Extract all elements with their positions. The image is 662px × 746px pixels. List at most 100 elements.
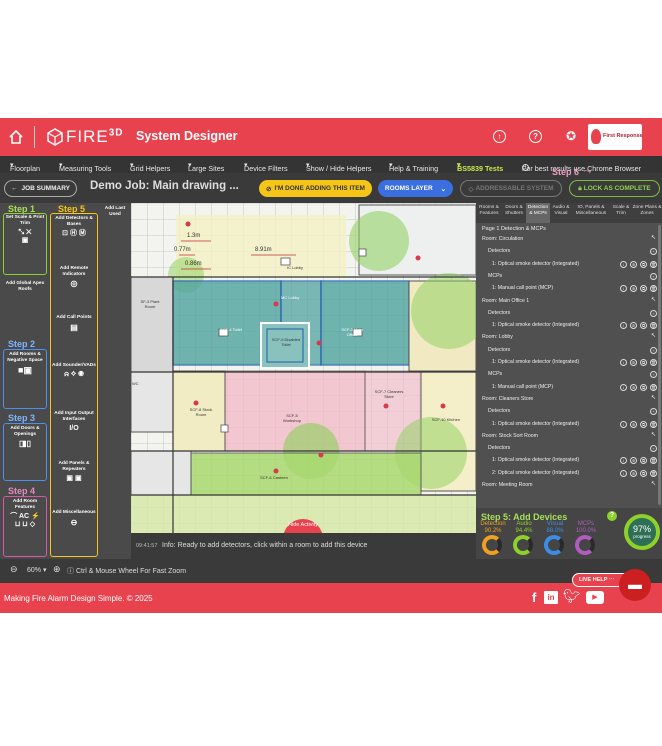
io-tool[interactable]: Add Input Output Interfaces I/O — [51, 411, 97, 433]
room-row[interactable]: Room: Circulation ↖ — [480, 235, 660, 245]
floorplan-canvas[interactable]: 1.3m 0.77m 8.91m 0.86m SF-3 Plant Room M… — [131, 203, 476, 533]
add-last-used-tool[interactable]: Add Last Used — [100, 206, 130, 218]
info-icon[interactable]: i — [620, 359, 627, 366]
category-row[interactable]: Detectors + — [480, 309, 660, 319]
delete-icon[interactable]: 🗑︎ — [650, 322, 657, 330]
tab-audio-visual[interactable]: Audio & Visual — [550, 203, 572, 223]
tab-doors-shutters[interactable]: Doors & Shutters — [502, 203, 526, 223]
done-adding-button[interactable]: ⊘ I'M DONE ADDING THIS ITEM — [259, 180, 372, 197]
category-row[interactable]: Detectors + — [480, 346, 660, 356]
copy-icon[interactable]: ⧉ — [640, 469, 647, 477]
add-icon[interactable]: + — [650, 346, 657, 354]
add-icon[interactable]: + — [650, 371, 657, 379]
device-row[interactable]: 2: Optical smoke detector (Integrated) i ✲… — [480, 469, 660, 479]
add-icon[interactable]: + — [650, 445, 657, 453]
job-summary-button[interactable]: ← JOB SUMMARY — [4, 180, 77, 197]
settings-icon[interactable]: ✲ — [630, 359, 637, 366]
copy-icon[interactable]: ⧉ — [640, 260, 647, 268]
badge-icon[interactable]: ✪ — [564, 129, 578, 143]
settings-icon[interactable]: ✲ — [630, 260, 637, 268]
room-row[interactable]: Room: Cleaners Store ↖ — [480, 395, 660, 405]
doors-tool[interactable]: Add Doors & Openings ◨▯ — [4, 426, 46, 448]
info-icon[interactable]: i — [620, 383, 627, 391]
add-icon[interactable]: + — [650, 408, 657, 416]
room-row[interactable]: Room: Lobby ↖ — [480, 333, 660, 343]
category-row[interactable]: MCPs + — [480, 272, 660, 282]
settings-icon[interactable]: ✲ — [630, 322, 637, 330]
category-row[interactable]: Detectors + — [480, 247, 660, 257]
settings-icon[interactable]: ✲ — [630, 457, 637, 465]
tab-scale-trim[interactable]: Scale & Trim — [610, 203, 632, 223]
tab-rooms-features[interactable]: Rooms & Features — [476, 203, 502, 223]
delete-icon[interactable]: 🗑︎ — [650, 457, 657, 465]
misc-tool[interactable]: Add Miscellaneous ⊖ — [51, 510, 97, 527]
panels-tool[interactable]: Add Panels & Repeaters ▣ ▣ — [51, 461, 97, 483]
room-features-tool[interactable]: Add Room Features ⌒ AC ⚡ ⊔ ⊔ ◇ — [4, 499, 46, 529]
tab-detection-mcps[interactable]: Detection & MCPs — [526, 203, 550, 223]
settings-icon[interactable]: ✲ — [630, 469, 637, 477]
addressable-system-button[interactable]: ◇ ADDRESSABLE SYSTEM — [460, 180, 562, 197]
category-row[interactable]: MCPs + — [480, 370, 660, 380]
device-row[interactable]: 1: Manual call point (MCP) i ✲ ⧉ 🗑︎ — [480, 284, 660, 294]
settings-icon[interactable]: ✲ — [630, 383, 637, 391]
room-row[interactable]: Room: Stock Sort Room ↖ — [480, 432, 660, 442]
home-icon[interactable] — [8, 129, 24, 145]
delete-icon[interactable]: 🗑︎ — [650, 383, 657, 391]
delete-icon[interactable]: 🗑︎ — [650, 420, 657, 428]
detectors-tool[interactable]: Add Detectors & Bases ⊡ Ⓗ Ⓜ — [51, 216, 97, 238]
device-row[interactable]: 1: Optical smoke detector (Integrated) i ✲… — [480, 456, 660, 466]
menu-help-training[interactable]: Help & Training ▾ — [389, 160, 438, 173]
copy-icon[interactable]: ⧉ — [640, 383, 647, 391]
add-icon[interactable]: + — [650, 272, 657, 280]
collapse-icon[interactable]: ↖ — [650, 432, 657, 440]
device-row[interactable]: 1: Optical smoke detector (Integrated) i ✲… — [480, 260, 660, 270]
info-icon[interactable]: i — [620, 420, 627, 428]
copy-icon[interactable]: ⧉ — [640, 285, 647, 293]
menu-grid-helpers[interactable]: Grid Helpers ▾ — [130, 160, 170, 173]
sounders-tool[interactable]: Add Sounder/VADs ⍾ ✧ ◉ — [51, 363, 97, 379]
device-row[interactable]: 1: Optical smoke detector (Integrated) i ✲… — [480, 358, 660, 368]
info-icon[interactable]: i — [620, 322, 627, 330]
collapse-icon[interactable]: ↖ — [650, 481, 657, 489]
collapse-icon[interactable]: ↖ — [650, 395, 657, 403]
settings-icon[interactable]: ✲ — [630, 420, 637, 428]
zoom-value[interactable]: 60% ▾ — [27, 566, 46, 574]
set-scale-tool[interactable]: Set Scale & Print Trim ⤡ ✕ ▣ — [4, 215, 46, 245]
settings-icon[interactable]: ✲ — [630, 285, 637, 293]
collapse-icon[interactable]: ↖ — [650, 333, 657, 341]
copy-icon[interactable]: ⧉ — [640, 420, 647, 428]
zoom-in-icon[interactable]: ⊕ — [53, 564, 61, 575]
copy-icon[interactable]: ⧉ — [640, 457, 647, 465]
copy-icon[interactable]: ⧉ — [640, 322, 647, 330]
facebook-icon[interactable]: f — [532, 590, 536, 605]
remote-indicators-tool[interactable]: Add Remote Indicators ◎ — [51, 266, 97, 288]
collapse-icon[interactable]: ↖ — [650, 235, 657, 243]
call-points-tool[interactable]: Add Call Points ▤ — [51, 315, 97, 332]
menu-large-sites[interactable]: Large Sites ▾ — [188, 160, 224, 173]
room-row[interactable]: Room: Meeting Room ↖ — [480, 481, 660, 491]
category-row[interactable]: Detectors + — [480, 444, 660, 454]
delete-icon[interactable]: 🗑︎ — [650, 285, 657, 293]
global-apex-tool[interactable]: Add Global Apex Roofs — [4, 281, 46, 293]
zoom-out-icon[interactable]: ⊖ — [10, 564, 18, 575]
device-row[interactable]: 1: Manual call point (MCP) i ✲ ⧉ 🗑︎ — [480, 383, 660, 393]
help-icon[interactable]: ? — [607, 511, 617, 521]
lock-complete-button[interactable]: 🔒︎ LOCK AS COMPLETE — [569, 180, 660, 197]
list-scrollbar[interactable] — [658, 225, 661, 505]
info-icon[interactable]: i — [620, 285, 627, 293]
menu-measuring-tools[interactable]: Measuring Tools ▾ — [59, 160, 111, 173]
upload-icon[interactable]: ↑ — [493, 130, 506, 143]
menu-device-filters[interactable]: Device Filters ▾ — [244, 160, 288, 173]
twitter-icon[interactable]: 🐦︎ — [563, 588, 581, 605]
device-row[interactable]: 1: Optical smoke detector (Integrated) i ✲… — [480, 420, 660, 430]
delete-icon[interactable]: 🗑︎ — [650, 260, 657, 268]
add-icon[interactable]: + — [650, 309, 657, 317]
menu-bs5839-tests[interactable]: BS5839 Tests ▾ — [457, 160, 503, 173]
menu-floorplan[interactable]: Floorplan ▾ — [10, 160, 40, 173]
collapse-icon[interactable]: ↖ — [650, 297, 657, 305]
rooms-negative-tool[interactable]: Add Rooms & Negative Space ■▣ — [4, 352, 46, 375]
linkedin-icon[interactable]: in — [544, 591, 558, 604]
info-icon[interactable]: i — [620, 457, 627, 465]
copy-icon[interactable]: ⧉ — [640, 359, 647, 366]
add-icon[interactable]: + — [650, 248, 657, 256]
